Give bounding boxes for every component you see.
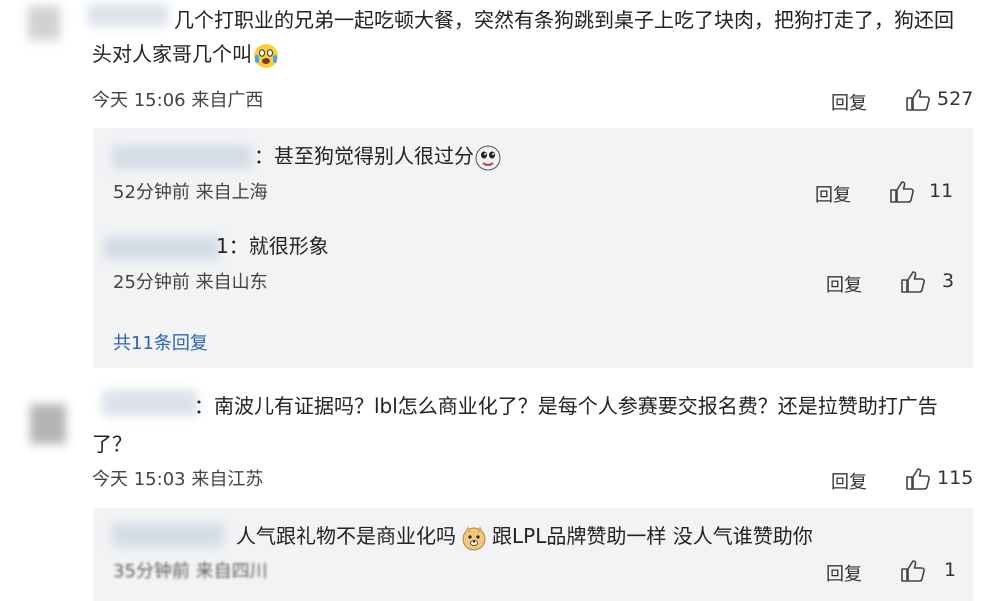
reply-meta: 25分钟前 来自山东: [113, 271, 268, 295]
reply-name-suffix: 1：: [216, 234, 249, 258]
timestamp: 25分钟前: [113, 272, 190, 293]
reply-user-name[interactable]: [104, 236, 220, 260]
reply-content-b: 跟LPL品牌赞助一样 没人气谁赞助你: [492, 524, 813, 548]
like-button[interactable]: 11: [889, 180, 953, 203]
user-name[interactable]: [102, 390, 198, 416]
comment-text: ：南波儿有证据吗？lbl怎么商业化了？是每个人参赛要交报名费？还是拉赞助打广告: [194, 394, 938, 418]
reply-button[interactable]: 回复: [815, 181, 851, 207]
reply-content-a: 人气跟礼物不是商业化吗: [236, 524, 456, 548]
like-count: 115: [937, 467, 974, 489]
doge-icon: [460, 524, 488, 552]
timestamp: 今天 15:03: [92, 469, 186, 490]
location: 来自上海: [195, 182, 268, 203]
like-button[interactable]: 527: [905, 88, 973, 111]
reply-text: 人气跟礼物不是商业化吗 跟LPL品牌赞助一样 没人气谁赞助你: [236, 518, 813, 554]
reply-content: 就很形象: [248, 234, 329, 258]
location: 来自广西: [191, 90, 264, 111]
like-count: 1: [944, 559, 957, 581]
like-count: 3: [942, 270, 955, 292]
reply-button[interactable]: 回复: [831, 468, 867, 494]
timestamp: 35分钟前: [113, 561, 190, 582]
comment-text: 了？: [92, 432, 132, 456]
more-replies-link[interactable]: 共11条回复: [113, 329, 208, 355]
comment-meta: 今天 15:06 来自广西: [92, 89, 263, 113]
avatar[interactable]: [28, 6, 60, 40]
reply-meta: 35分钟前 来自四川: [113, 560, 268, 584]
thumb-up-icon: [889, 180, 915, 203]
reply-name-suffix: ：: [254, 144, 274, 168]
reply-text: 1：就很形象: [216, 228, 329, 264]
reply-button[interactable]: 回复: [826, 271, 862, 297]
like-button[interactable]: 1: [900, 559, 956, 582]
ghost-icon: [474, 144, 502, 172]
reply-meta: 52分钟前 来自上海: [113, 181, 268, 205]
scared-face-icon: [252, 42, 280, 70]
thumb-up-icon: [905, 467, 931, 490]
comment-meta: 今天 15:03 来自江苏: [92, 468, 263, 492]
reply-text: ：甚至狗觉得别人很过分: [254, 138, 502, 174]
thumb-up-icon: [905, 88, 931, 111]
user-name[interactable]: [88, 4, 168, 26]
reply-user-name[interactable]: [112, 145, 252, 169]
location: 来自山东: [195, 272, 268, 293]
reply-user-name[interactable]: [112, 523, 224, 547]
timestamp: 今天 15:06: [92, 90, 186, 111]
avatar[interactable]: [30, 404, 66, 444]
like-button[interactable]: 3: [900, 270, 954, 293]
location: 来自四川: [195, 561, 268, 582]
like-button[interactable]: 115: [905, 467, 973, 490]
thumb-up-icon: [900, 270, 926, 293]
thumb-up-icon: [900, 559, 926, 582]
like-count: 11: [929, 180, 954, 202]
comment-text: 头对人家哥几个叫: [92, 36, 280, 72]
comment-text-line2: 头对人家哥几个叫: [92, 42, 252, 66]
reply-content: 甚至狗觉得别人很过分: [274, 144, 474, 168]
reply-button[interactable]: 回复: [831, 89, 867, 115]
comment-text: 几个打职业的兄弟一起吃顿大餐，突然有条狗跳到桌子上吃了块肉，把狗打走了，狗还回: [174, 8, 954, 32]
timestamp: 52分钟前: [113, 182, 190, 203]
reply-button[interactable]: 回复: [826, 560, 862, 586]
location: 来自江苏: [191, 469, 264, 490]
like-count: 527: [937, 88, 974, 110]
